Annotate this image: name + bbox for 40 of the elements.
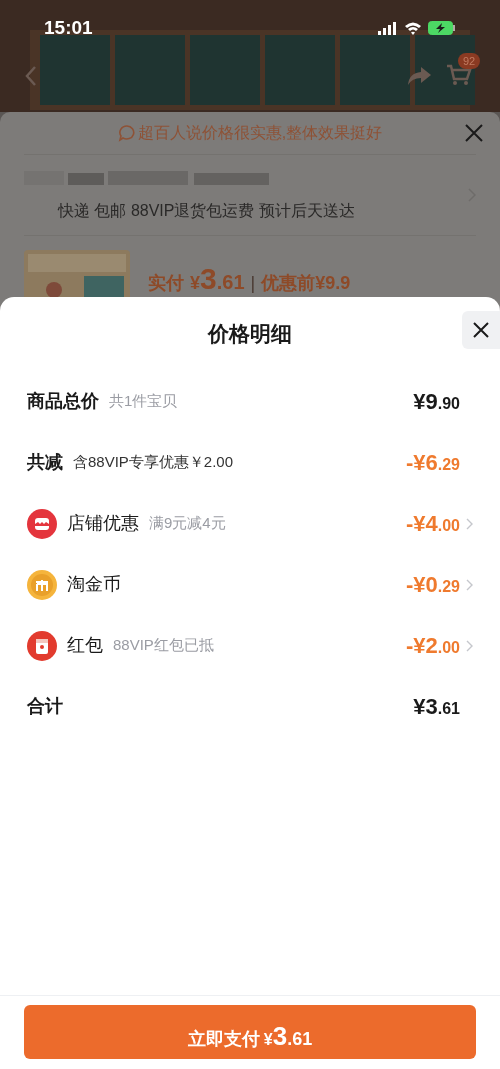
chat-bubble-icon bbox=[117, 124, 136, 142]
row-note: 88VIP红包已抵 bbox=[113, 635, 214, 656]
envelope-icon bbox=[27, 630, 57, 661]
row-amount: -¥0.29 bbox=[405, 571, 460, 599]
row-note: 含88VIP专享优惠￥2.00 bbox=[73, 452, 234, 473]
row-note: 满9元减4元 bbox=[149, 513, 226, 534]
row-label: 店铺优惠 bbox=[67, 512, 139, 535]
delivery-info: 快递 包邮 88VIP退货包运费 预计后天送达 bbox=[56, 201, 356, 221]
battery-charging-icon bbox=[428, 21, 456, 36]
back-icon[interactable] bbox=[24, 64, 38, 87]
row-label: 商品总价 bbox=[27, 390, 99, 413]
row-label: 红包 bbox=[67, 634, 103, 657]
chevron-right-icon[interactable] bbox=[466, 517, 473, 530]
wifi-icon bbox=[404, 21, 422, 35]
row-amount: -¥4.00 bbox=[405, 510, 460, 538]
row-amount: -¥2.00 bbox=[405, 632, 460, 660]
status-time: 15:01 bbox=[44, 16, 93, 40]
row-amount: -¥6.29 bbox=[405, 449, 460, 477]
signal-icon bbox=[378, 21, 398, 35]
paid-label: 实付 bbox=[148, 272, 184, 295]
row-label: 合计 bbox=[27, 695, 63, 718]
original-price: 优惠前¥9.9 bbox=[261, 272, 351, 295]
row-amount: ¥3.61 bbox=[413, 693, 460, 721]
close-icon[interactable] bbox=[464, 123, 484, 143]
coin-icon bbox=[27, 569, 57, 600]
close-button[interactable] bbox=[462, 311, 500, 349]
notice-message: 超百人说价格很实惠,整体效果挺好 bbox=[137, 123, 383, 143]
row-label: 共减 bbox=[27, 451, 63, 474]
price-separator: | bbox=[250, 272, 256, 295]
chevron-right-icon[interactable] bbox=[466, 578, 473, 591]
sheet-title: 价格明细 bbox=[208, 321, 292, 348]
close-icon bbox=[472, 321, 490, 339]
chevron-right-icon[interactable] bbox=[466, 639, 473, 652]
row-label: 淘金币 bbox=[67, 573, 121, 596]
share-icon[interactable] bbox=[406, 64, 432, 87]
shop-icon bbox=[27, 508, 57, 539]
row-note: 共1件宝贝 bbox=[109, 391, 178, 412]
paid-price: ¥3.61 bbox=[190, 261, 245, 297]
row-amount: ¥9.90 bbox=[413, 388, 460, 416]
pay-now-button[interactable]: 立即支付 ¥3.61 bbox=[24, 1005, 476, 1059]
